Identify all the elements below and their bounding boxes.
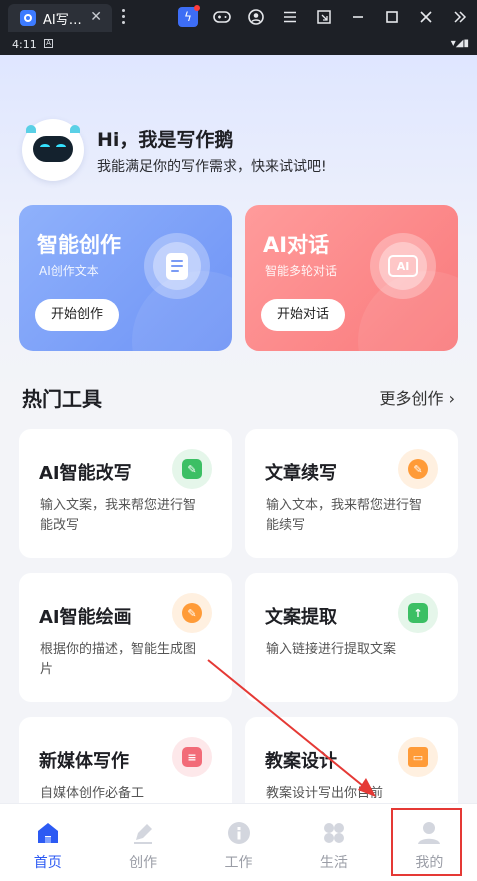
- hot-tools-title: 热门工具: [22, 387, 102, 411]
- edit-icon: ✎: [172, 449, 212, 489]
- close-window-icon[interactable]: [416, 7, 436, 27]
- status-bar: 4:11 A ▾◢▮: [0, 35, 477, 55]
- nav-life[interactable]: 生活: [286, 804, 381, 881]
- robot-ear: [70, 125, 80, 133]
- boost-icon[interactable]: ϟ: [178, 5, 200, 27]
- tool-title: AI智能改写: [39, 463, 132, 484]
- nav-label: 我的: [415, 855, 444, 871]
- board-icon: ▭: [398, 737, 438, 777]
- nav-label: 工作: [224, 855, 253, 871]
- emulator-tab-title: AI写…: [43, 12, 82, 28]
- create-icon: [134, 824, 153, 844]
- tool-title: 新媒体写作: [39, 751, 129, 772]
- start-chat-button[interactable]: 开始对话: [261, 299, 346, 331]
- window-mode-icon[interactable]: [314, 7, 334, 27]
- account-icon[interactable]: [246, 7, 266, 27]
- note-icon: ≡: [172, 737, 212, 777]
- card-subtitle: 智能多轮对话: [265, 264, 338, 278]
- profile-icon: [418, 822, 441, 844]
- tool-card-ai-painting[interactable]: AI智能绘画 根据你的描述，智能生成图片 ✎: [19, 573, 232, 702]
- tool-description: 自媒体创作必备工: [40, 786, 145, 801]
- expand-sidebar-icon[interactable]: [450, 7, 470, 27]
- nav-label: 生活: [319, 855, 348, 871]
- smart-create-card[interactable]: 智能创作 AI创作文本 开始创作: [19, 205, 232, 351]
- status-icons: ▾◢▮: [450, 38, 469, 49]
- tool-description: 输入链接进行提取文案: [266, 642, 397, 657]
- robot-ear: [26, 125, 36, 133]
- emulator-toolbar: AI写… ✕ ϟ: [0, 0, 477, 35]
- menu-icon[interactable]: [280, 7, 300, 27]
- home-icon: [37, 823, 58, 843]
- tool-card-new-media[interactable]: 新媒体写作 自媒体创作必备工 ≡: [19, 717, 232, 803]
- bottom-nav: 首页 创作 工作 生活 我的: [0, 803, 477, 881]
- maximize-icon[interactable]: [382, 7, 402, 27]
- nav-label: 创作: [129, 855, 158, 871]
- robot-face: [33, 136, 73, 162]
- work-icon: [227, 822, 250, 844]
- tool-title: 文章续写: [265, 463, 337, 484]
- app-content: Hi，我是写作鹅 我能满足你的写作需求，快来试试吧! 智能创作 AI创作文本 开…: [0, 55, 477, 803]
- robot-eye: [56, 144, 66, 150]
- app-tab-icon: [20, 10, 36, 26]
- gamepad-icon[interactable]: [212, 7, 232, 27]
- notification-icon: A: [44, 39, 53, 48]
- nav-mine[interactable]: 我的: [382, 804, 477, 881]
- chat-icon-label: AI: [388, 255, 418, 277]
- pen-icon: ✎: [172, 593, 212, 633]
- robot-avatar-icon: [22, 119, 84, 181]
- nav-create[interactable]: 创作: [95, 804, 190, 881]
- tool-card-continue-writing[interactable]: 文章续写 输入文本，我来帮您进行智能续写 ✎: [245, 429, 458, 558]
- chat-icon: AI: [370, 233, 436, 299]
- tool-title: AI智能绘画: [39, 607, 132, 628]
- tool-card-lesson-plan[interactable]: 教案设计 教案设计写出你目前 ▭: [245, 717, 458, 803]
- tool-title: 教案设计: [265, 751, 337, 772]
- more-options-icon[interactable]: [122, 9, 126, 24]
- nav-home[interactable]: 首页: [0, 804, 95, 881]
- tool-description: 输入文本，我来帮您进行智能续写: [266, 498, 423, 533]
- robot-eye: [40, 144, 50, 150]
- card-subtitle: AI创作文本: [39, 264, 99, 278]
- tool-description: 教案设计写出你目前: [266, 786, 384, 801]
- tool-title: 文案提取: [265, 607, 337, 628]
- start-create-button[interactable]: 开始创作: [35, 299, 120, 331]
- tool-card-copy-extract[interactable]: 文案提取 输入链接进行提取文案 ↑: [245, 573, 458, 702]
- ai-chat-card[interactable]: AI对话 智能多轮对话 开始对话 AI: [245, 205, 458, 351]
- tool-description: 输入文案，我来帮您进行智能改写: [40, 498, 197, 533]
- card-title: 智能创作: [37, 233, 121, 257]
- pen-icon: ✎: [398, 449, 438, 489]
- nav-label: 首页: [33, 855, 62, 871]
- emulator-tab[interactable]: AI写… ✕: [8, 4, 112, 32]
- close-tab-icon[interactable]: ✕: [90, 9, 102, 25]
- nav-work[interactable]: 工作: [191, 804, 286, 881]
- tool-description: 根据你的描述，智能生成图片: [40, 642, 197, 677]
- welcome-header: Hi，我是写作鹅 我能满足你的写作需求，快来试试吧!: [22, 119, 462, 189]
- status-time: 4:11: [12, 38, 37, 51]
- card-title: AI对话: [263, 233, 330, 257]
- tool-card-ai-rewrite[interactable]: AI智能改写 输入文案，我来帮您进行智能改写 ✎: [19, 429, 232, 558]
- minimize-icon[interactable]: [348, 7, 368, 27]
- more-create-link[interactable]: 更多创作 ›: [380, 385, 456, 409]
- document-icon: [144, 233, 210, 299]
- upload-icon: ↑: [398, 593, 438, 633]
- life-icon: [323, 823, 344, 843]
- greeting-subtitle: 我能满足你的写作需求，快来试试吧!: [97, 159, 327, 175]
- greeting-title: Hi，我是写作鹅: [97, 129, 234, 151]
